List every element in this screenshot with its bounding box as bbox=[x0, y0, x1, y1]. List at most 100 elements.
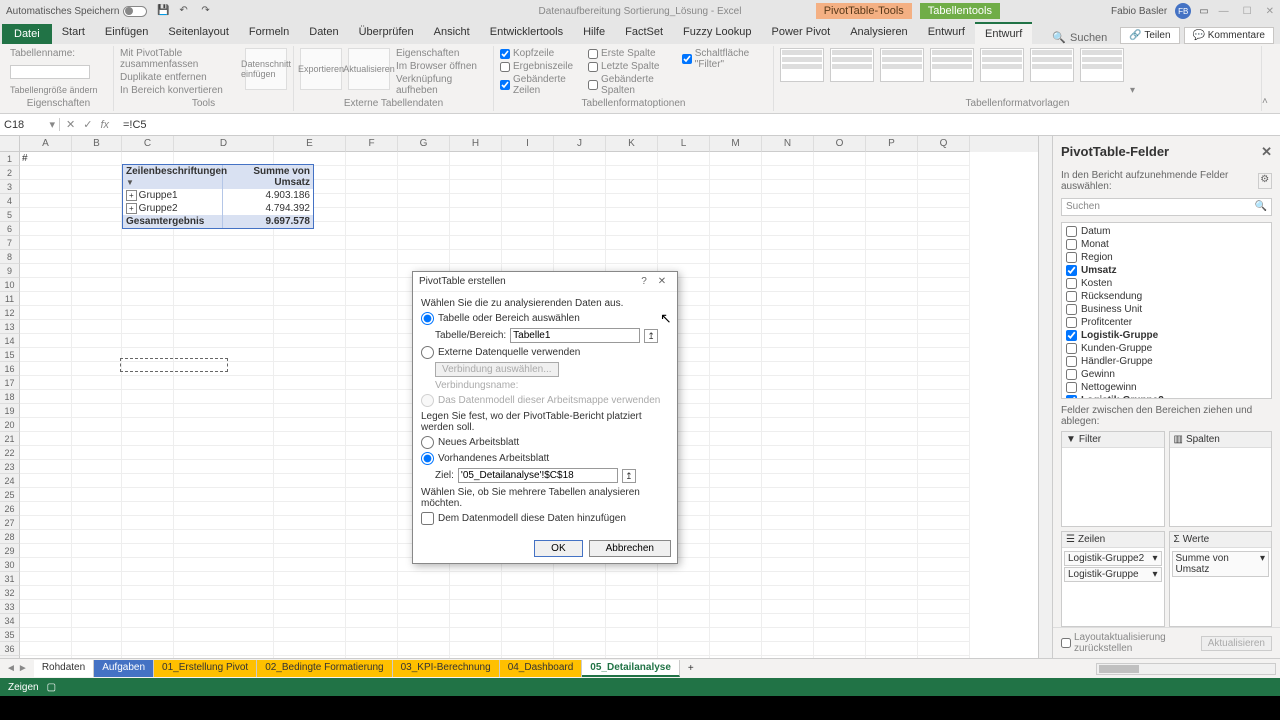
chk-banded-rows[interactable]: Gebänderte Zeilen bbox=[500, 74, 582, 96]
field-Rücksendung[interactable]: Rücksendung bbox=[1064, 290, 1269, 303]
row-head[interactable]: 31 bbox=[0, 572, 20, 586]
formula-input[interactable]: =!C5 bbox=[123, 119, 147, 131]
vertical-scrollbar[interactable] bbox=[1038, 136, 1052, 658]
row-head[interactable]: 37 bbox=[0, 656, 20, 658]
col-head-D[interactable]: D bbox=[174, 136, 274, 152]
target-input[interactable] bbox=[458, 468, 618, 483]
properties[interactable]: Eigenschaften bbox=[396, 48, 487, 59]
sheet-tab-02_Bedingte Formatierung[interactable]: 02_Bedingte Formatierung bbox=[257, 660, 392, 677]
tab-fuzzy lookup[interactable]: Fuzzy Lookup bbox=[673, 22, 761, 44]
redo-icon[interactable]: ↷ bbox=[201, 5, 213, 17]
tab-nav-prev-icon[interactable]: ◄ bbox=[6, 663, 16, 674]
horizontal-scrollbar[interactable] bbox=[1096, 663, 1276, 675]
convert-range[interactable]: In Bereich konvertieren bbox=[120, 85, 239, 96]
pivot-table-display[interactable]: Zeilenbeschriftungen ▼ Summe von Umsatz … bbox=[122, 164, 314, 229]
field-list[interactable]: Datum Monat Region Umsatz Kosten Rücksen… bbox=[1061, 222, 1272, 399]
chk-header[interactable]: Kopfzeile bbox=[500, 48, 582, 59]
pivot-filter-icon[interactable]: ▼ bbox=[126, 178, 134, 187]
col-head-E[interactable]: E bbox=[274, 136, 346, 152]
row-head[interactable]: 9 bbox=[0, 264, 20, 278]
col-head-H[interactable]: H bbox=[450, 136, 502, 152]
row-head[interactable]: 3 bbox=[0, 180, 20, 194]
row-head[interactable]: 1 bbox=[0, 152, 20, 166]
range-picker-icon[interactable]: ↥ bbox=[644, 329, 658, 343]
row-head[interactable]: 13 bbox=[0, 320, 20, 334]
refresh-button[interactable]: Aktualisieren bbox=[348, 48, 390, 90]
resize-table[interactable]: Tabellengröße ändern bbox=[10, 85, 98, 95]
chk-filter[interactable]: Schaltfläche "Filter" bbox=[682, 48, 767, 70]
row-head[interactable]: 8 bbox=[0, 250, 20, 264]
context-tab-tabletools[interactable]: Tabellentools bbox=[920, 3, 1000, 19]
export-button[interactable]: Exportieren bbox=[300, 48, 342, 90]
pane-close-icon[interactable]: ✕ bbox=[1261, 144, 1272, 160]
table-range-input[interactable] bbox=[510, 328, 640, 343]
tab-entwicklertools[interactable]: Entwicklertools bbox=[480, 22, 573, 44]
radio-external[interactable] bbox=[421, 346, 434, 359]
row-head[interactable]: 4 bbox=[0, 194, 20, 208]
col-head-N[interactable]: N bbox=[762, 136, 814, 152]
row-field-item[interactable]: Logistik-Gruppe2▾ bbox=[1064, 551, 1162, 566]
field-Datum[interactable]: Datum bbox=[1064, 225, 1269, 238]
row-head[interactable]: 12 bbox=[0, 306, 20, 320]
sheet-tab-04_Dashboard[interactable]: 04_Dashboard bbox=[500, 660, 583, 677]
tab-nav-next-icon[interactable]: ► bbox=[18, 663, 28, 674]
row-head[interactable]: 30 bbox=[0, 558, 20, 572]
ribbon-display-icon[interactable]: ▭ bbox=[1199, 6, 1208, 17]
field-Monat[interactable]: Monat bbox=[1064, 238, 1269, 251]
row-head[interactable]: 7 bbox=[0, 236, 20, 250]
row-head[interactable]: 16 bbox=[0, 362, 20, 376]
area-values[interactable]: ΣWerte Summe von Umsatz▾ bbox=[1169, 531, 1273, 627]
value-field-item[interactable]: Summe von Umsatz▾ bbox=[1172, 551, 1270, 577]
autosave-toggle[interactable] bbox=[123, 6, 147, 17]
field-Händler-Gruppe[interactable]: Händler-Gruppe bbox=[1064, 355, 1269, 368]
enter-fx-icon[interactable]: ✓ bbox=[83, 118, 92, 131]
comments-button[interactable]: 💬 Kommentare bbox=[1184, 27, 1274, 44]
col-head-B[interactable]: B bbox=[72, 136, 122, 152]
target-picker-icon[interactable]: ↥ bbox=[622, 469, 636, 483]
tab-start[interactable]: Start bbox=[52, 22, 95, 44]
row-head[interactable]: 35 bbox=[0, 628, 20, 642]
chk-last-col[interactable]: Letzte Spalte bbox=[588, 61, 676, 72]
share-button[interactable]: 🔗 Teilen bbox=[1120, 27, 1179, 44]
col-head-A[interactable]: A bbox=[20, 136, 72, 152]
cancel-button[interactable]: Abbrechen bbox=[589, 540, 671, 557]
field-Business Unit[interactable]: Business Unit bbox=[1064, 303, 1269, 316]
row-head[interactable]: 32 bbox=[0, 586, 20, 600]
table-name-input[interactable] bbox=[10, 65, 90, 79]
dialog-close-icon[interactable]: ✕ bbox=[653, 276, 671, 287]
col-head-C[interactable]: C bbox=[122, 136, 174, 152]
radio-new-sheet[interactable] bbox=[421, 436, 434, 449]
row-head[interactable]: 23 bbox=[0, 460, 20, 474]
col-head-J[interactable]: J bbox=[554, 136, 606, 152]
tab-daten[interactable]: Daten bbox=[299, 22, 348, 44]
name-box[interactable]: C18▾ bbox=[0, 118, 60, 131]
tab-factset[interactable]: FactSet bbox=[615, 22, 673, 44]
col-head-G[interactable]: G bbox=[398, 136, 450, 152]
chk-add-datamodel[interactable] bbox=[421, 512, 434, 525]
sheet-tab-Rohdaten[interactable]: Rohdaten bbox=[34, 660, 94, 677]
summarize-pivot[interactable]: Mit PivotTable zusammenfassen bbox=[120, 48, 239, 70]
choose-connection-button[interactable]: Verbindung auswählen... bbox=[435, 362, 559, 377]
radio-existing-sheet[interactable] bbox=[421, 452, 434, 465]
area-filter[interactable]: ▼Filter bbox=[1061, 431, 1165, 527]
row-head[interactable]: 15 bbox=[0, 348, 20, 362]
row-head[interactable]: 28 bbox=[0, 530, 20, 544]
update-button[interactable]: Aktualisieren bbox=[1201, 636, 1272, 651]
row-head[interactable]: 24 bbox=[0, 474, 20, 488]
field-search[interactable]: Suchen🔍 bbox=[1061, 198, 1272, 216]
close-icon[interactable]: ✕ bbox=[1266, 6, 1274, 17]
chk-first-col[interactable]: Erste Spalte bbox=[588, 48, 676, 59]
row-head[interactable]: 17 bbox=[0, 376, 20, 390]
field-Kunden-Gruppe[interactable]: Kunden-Gruppe bbox=[1064, 342, 1269, 355]
row-field-item[interactable]: Logistik-Gruppe▾ bbox=[1064, 567, 1162, 582]
col-head-K[interactable]: K bbox=[606, 136, 658, 152]
dialog-help-icon[interactable]: ? bbox=[635, 276, 653, 287]
gallery-more-icon[interactable]: ▾ bbox=[1130, 85, 1135, 96]
field-Kosten[interactable]: Kosten bbox=[1064, 277, 1269, 290]
unlink[interactable]: Verknüpfung aufheben bbox=[396, 74, 487, 96]
radio-select-table[interactable] bbox=[421, 312, 434, 325]
row-head[interactable]: 14 bbox=[0, 334, 20, 348]
col-head-L[interactable]: L bbox=[658, 136, 710, 152]
field-Logistik-Gruppe[interactable]: Logistik-Gruppe bbox=[1064, 329, 1269, 342]
row-head[interactable]: 36 bbox=[0, 642, 20, 656]
